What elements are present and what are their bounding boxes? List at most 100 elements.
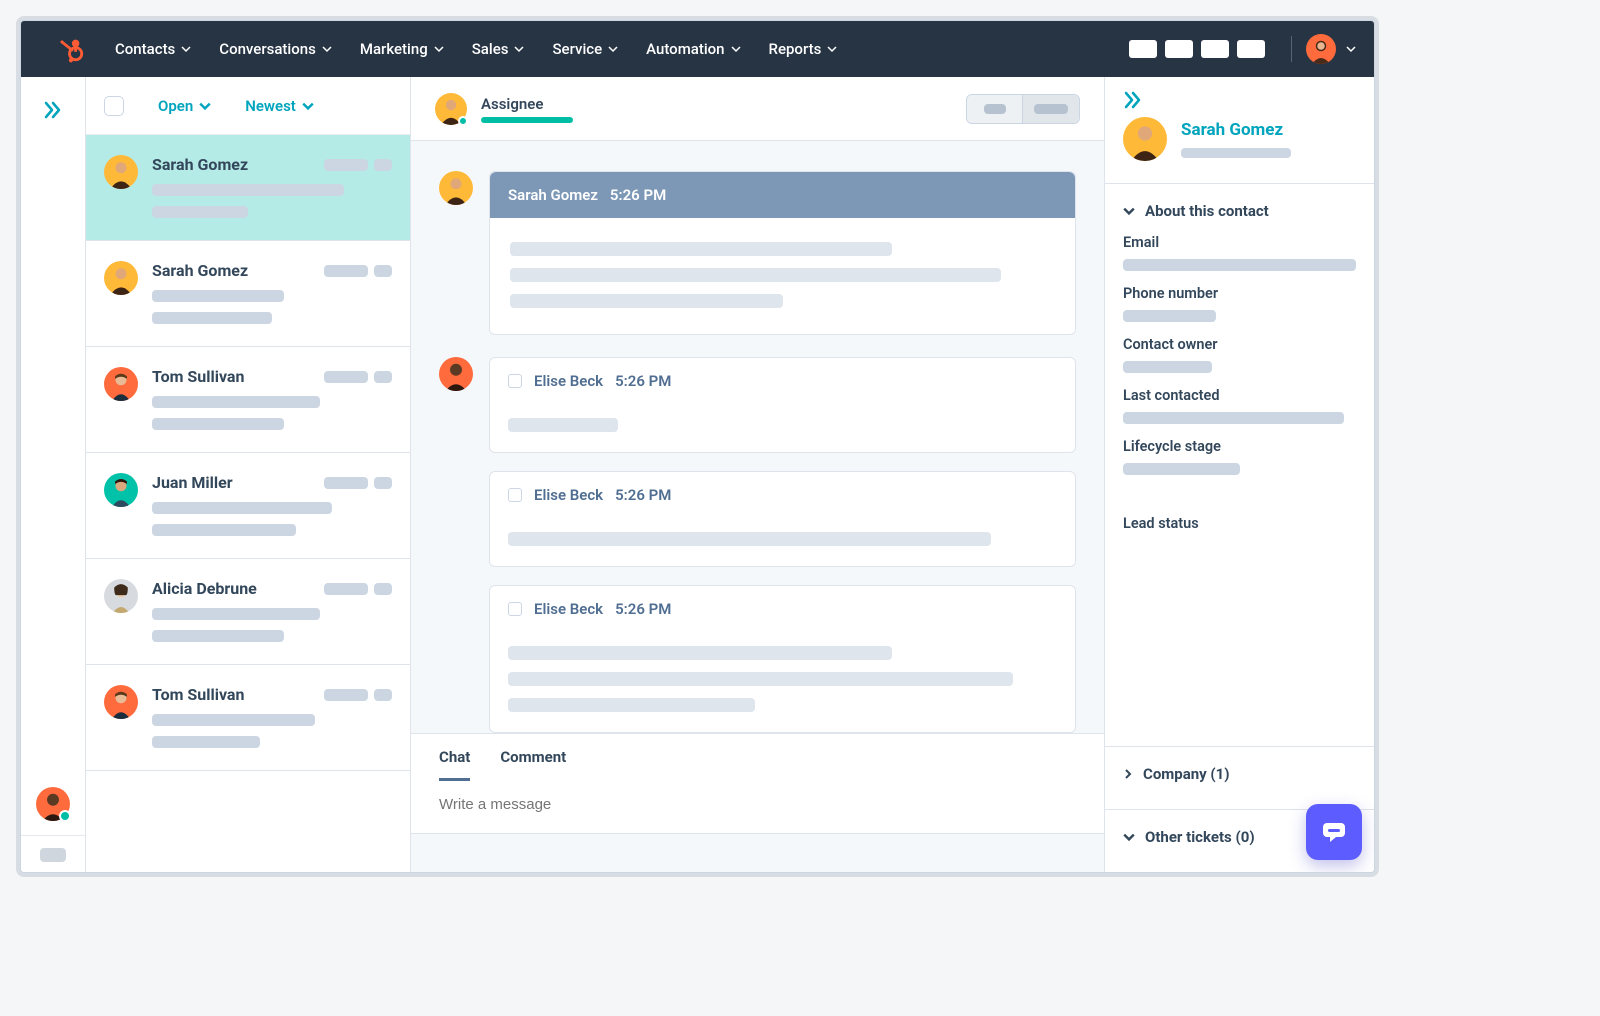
nav-pill-button[interactable] — [1237, 40, 1265, 58]
field-label-lead-status: Lead status — [1123, 515, 1356, 532]
conversation-name: Tom Sullivan — [152, 685, 244, 704]
left-rail — [21, 77, 86, 872]
message-sender: Elise Beck — [534, 486, 603, 504]
contact-avatar[interactable] — [1123, 117, 1167, 161]
filter-status[interactable]: Open — [158, 97, 211, 115]
divider — [1291, 36, 1292, 62]
status-dot-online-icon — [458, 116, 468, 126]
message-body — [490, 404, 1075, 452]
company-section: Company (1) — [1105, 746, 1374, 809]
message-card[interactable]: Elise Beck 5:26 PM — [489, 357, 1076, 453]
nav-pill-button[interactable] — [1165, 40, 1193, 58]
main-layout: Open Newest Sarah Gomez — [21, 77, 1374, 872]
message-card[interactable]: Sarah Gomez 5:26 PM — [489, 171, 1076, 335]
select-all-checkbox[interactable] — [104, 96, 124, 116]
message-row: Sarah Gomez 5:26 PM — [439, 171, 1076, 335]
conversation-item[interactable]: Juan Miller — [86, 453, 410, 559]
nav-service[interactable]: Service — [552, 40, 618, 58]
message-time: 5:26 PM — [615, 600, 671, 618]
message-card[interactable]: Elise Beck 5:26 PM — [489, 585, 1076, 733]
message-header: Sarah Gomez 5:26 PM — [490, 172, 1075, 218]
field-label-email: Email — [1123, 234, 1356, 251]
contact-avatar — [104, 155, 138, 189]
message-sender: Elise Beck — [534, 372, 603, 390]
chevron-down-icon — [731, 44, 741, 54]
nav-marketing[interactable]: Marketing — [360, 40, 444, 58]
nav-sales[interactable]: Sales — [472, 40, 525, 58]
section-toggle[interactable]: Company (1) — [1123, 765, 1356, 783]
contact-avatar — [104, 473, 138, 507]
filter-sort[interactable]: Newest — [245, 97, 314, 115]
nav-reports[interactable]: Reports — [769, 40, 838, 58]
message-time: 5:26 PM — [615, 486, 671, 504]
rail-pill-button[interactable] — [40, 848, 66, 862]
conversation-name: Juan Miller — [152, 473, 233, 492]
chevron-down-icon — [1123, 831, 1135, 843]
view-toggle-option-2[interactable] — [1023, 95, 1079, 123]
section-toggle[interactable]: About this contact — [1123, 202, 1356, 220]
chat-fab-button[interactable] — [1306, 804, 1362, 860]
contact-name[interactable]: Sarah Gomez — [1181, 120, 1291, 140]
nav-label: Contacts — [115, 40, 175, 58]
rail-user-avatar[interactable] — [36, 787, 70, 821]
filter-label: Newest — [245, 97, 296, 115]
nav-pill-button[interactable] — [1129, 40, 1157, 58]
contact-header: Sarah Gomez — [1105, 113, 1374, 183]
contact-avatar — [104, 685, 138, 719]
nav-conversations[interactable]: Conversations — [219, 40, 332, 58]
chevron-down-icon — [608, 44, 618, 54]
chevron-down-icon — [827, 44, 837, 54]
expand-rail-button[interactable] — [43, 101, 63, 123]
composer-footer — [411, 834, 1104, 872]
view-toggle-option-1[interactable] — [967, 95, 1023, 123]
nav-automation[interactable]: Automation — [646, 40, 740, 58]
chevron-down-icon — [514, 44, 524, 54]
conversation-item[interactable]: Tom Sullivan — [86, 665, 410, 771]
nav-items: Contacts Conversations Marketing Sales S… — [115, 40, 1129, 58]
field-value — [1123, 361, 1212, 373]
user-avatar — [1306, 34, 1336, 64]
sender-avatar — [439, 357, 473, 391]
filter-label: Open — [158, 97, 193, 115]
message-checkbox[interactable] — [508, 374, 522, 388]
tab-comment[interactable]: Comment — [500, 748, 566, 781]
collapse-sidebar-button[interactable] — [1105, 77, 1374, 113]
composer-input[interactable] — [439, 796, 1076, 813]
conversation-item[interactable]: Tom Sullivan — [86, 347, 410, 453]
chat-bubble-icon — [1321, 821, 1347, 843]
chevron-down-icon — [199, 100, 211, 112]
field-value — [1123, 259, 1356, 271]
conversation-item[interactable]: Sarah Gomez — [86, 135, 410, 241]
field-label-lifecycle: Lifecycle stage — [1123, 438, 1356, 455]
message-composer[interactable] — [411, 781, 1104, 834]
tab-chat[interactable]: Chat — [439, 748, 470, 781]
message-card[interactable]: Elise Beck 5:26 PM — [489, 471, 1076, 567]
conversation-meta — [324, 583, 392, 595]
hubspot-logo-icon[interactable] — [55, 34, 85, 64]
message-checkbox[interactable] — [508, 602, 522, 616]
conversation-name: Alicia Debrune — [152, 579, 257, 598]
message-header: Elise Beck 5:26 PM — [490, 358, 1075, 404]
nav-pill-button[interactable] — [1201, 40, 1229, 58]
conversation-name: Tom Sullivan — [152, 367, 244, 386]
conversation-item[interactable]: Alicia Debrune — [86, 559, 410, 665]
field-value — [1123, 463, 1240, 475]
conversation-meta — [324, 159, 392, 171]
about-section: About this contact Email Phone number Co… — [1105, 183, 1374, 746]
conversation-meta — [324, 371, 392, 383]
view-toggle — [966, 94, 1080, 124]
nav-contacts[interactable]: Contacts — [115, 40, 191, 58]
nav-label: Service — [552, 40, 602, 58]
app-frame: Contacts Conversations Marketing Sales S… — [20, 20, 1375, 873]
thread-view: Assignee Sarah Gomez 5:26 — [411, 77, 1104, 872]
chevron-right-icon — [1123, 768, 1133, 780]
conversation-item[interactable]: Sarah Gomez — [86, 241, 410, 347]
assignee-value-placeholder — [481, 117, 573, 123]
message-time: 5:26 PM — [615, 372, 671, 390]
nav-user-menu[interactable] — [1306, 34, 1356, 64]
section-title-label: Other tickets (0) — [1145, 828, 1255, 846]
message-checkbox[interactable] — [508, 488, 522, 502]
conversation-meta — [324, 265, 392, 277]
message-sender: Sarah Gomez — [508, 186, 598, 204]
nav-label: Conversations — [219, 40, 316, 58]
